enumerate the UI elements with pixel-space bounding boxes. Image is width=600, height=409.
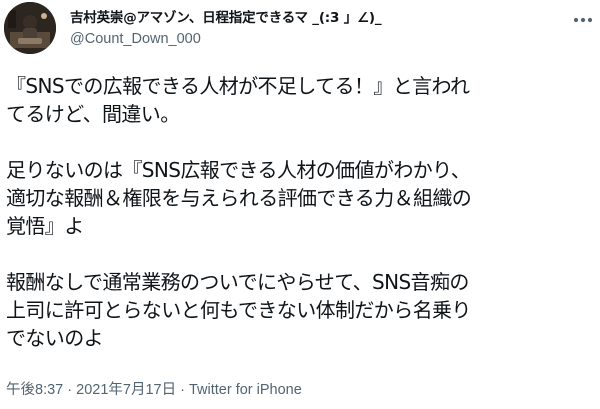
tweet-metadata: 午後8:37 · 2021年7月17日 · Twitter for iPhone: [6, 380, 302, 400]
tweet-text-line: てるけど、間違い。: [6, 102, 180, 126]
tweet-card: 吉村英崇@アマゾン、日程指定できるマ _(:3 」∠)_ @Count_Down…: [0, 0, 600, 409]
avatar[interactable]: [4, 2, 56, 54]
more-options-button[interactable]: [570, 12, 596, 28]
meta-separator: ·: [176, 382, 189, 398]
tweet-header: 吉村英崇@アマゾン、日程指定できるマ _(:3 」∠)_ @Count_Down…: [70, 9, 550, 48]
display-name[interactable]: 吉村英崇@アマゾン、日程指定できるマ _(:3 」∠)_: [70, 9, 550, 27]
tweet-source[interactable]: Twitter for iPhone: [189, 382, 302, 398]
user-handle[interactable]: @Count_Down_000: [70, 30, 550, 48]
tweet-text-line: 覚悟』よ: [6, 214, 84, 238]
tweet-text-line: 『SNSでの広報できる人材が不足してる！』と言われ: [6, 74, 470, 98]
tweet-paragraph: 『SNSでの広報できる人材が不足してる！』と言われ てるけど、間違い。: [6, 72, 596, 128]
more-dots-icon: [573, 17, 593, 23]
tweet-time[interactable]: 午後8:37: [6, 382, 63, 398]
tweet-text-line: でないのよ: [6, 326, 104, 350]
tweet-paragraph: 足りないのは『SNS広報できる人材の価値がわかり、 適切な報酬＆権限を与えられる…: [6, 156, 596, 240]
tweet-date[interactable]: 2021年7月17日: [76, 382, 176, 398]
profile-photo-icon: [4, 2, 56, 54]
meta-separator: ·: [63, 382, 77, 398]
tweet-text-line: 上司に許可とらないと何もできない体制だから名乗り: [6, 298, 471, 322]
tweet-text-line: 適切な報酬＆権限を与えられる評価できる力＆組織の: [6, 186, 472, 210]
tweet-text-line: 足りないのは『SNS広報できる人材の価値がわかり、: [6, 158, 471, 182]
tweet-paragraph: 報酬なしで通常業務のついでにやらせて、SNS音痴の 上司に許可とらないと何もでき…: [6, 268, 596, 352]
tweet-text: 『SNSでの広報できる人材が不足してる！』と言われ てるけど、間違い。 足りない…: [6, 72, 596, 352]
tweet-text-line: 報酬なしで通常業務のついでにやらせて、SNS音痴の: [6, 270, 469, 294]
